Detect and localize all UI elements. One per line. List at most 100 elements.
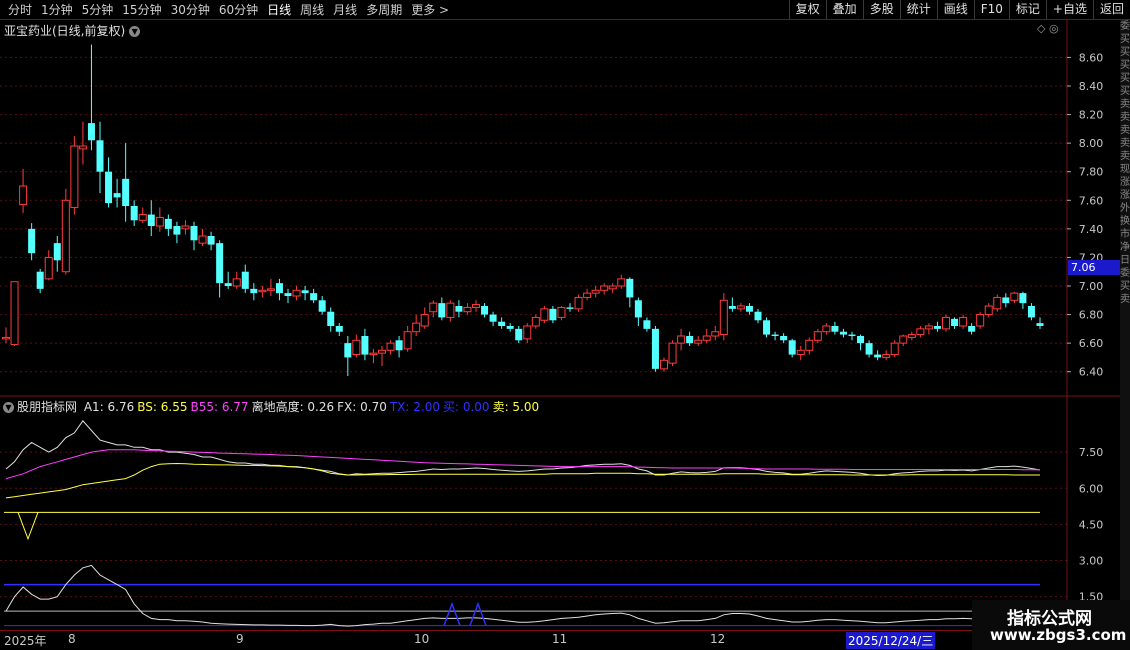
indicator-value-0: A1: 6.76 [83, 400, 135, 414]
side-panel-char-20: 买 [1120, 281, 1130, 292]
candle-body [207, 236, 215, 245]
chevron-down-icon[interactable]: ▼ [3, 402, 14, 413]
candle-body [420, 314, 429, 327]
price-chart[interactable]: 8.608.408.208.007.807.607.407.207.006.80… [0, 0, 1130, 650]
candle-body [438, 303, 446, 318]
candle-body [874, 354, 882, 358]
price-tick-label: 8.40 [1079, 80, 1104, 93]
candle-body [907, 334, 916, 338]
candle-body [531, 316, 540, 327]
candle-body [736, 305, 745, 310]
price-tick-label: 8.00 [1079, 137, 1104, 150]
price-tick-label: 6.60 [1079, 337, 1104, 350]
candle-body [805, 339, 814, 351]
candle-body [506, 326, 514, 329]
candle-body [258, 289, 267, 293]
side-panel-char-11: 现 [1120, 164, 1130, 175]
candle-body [865, 343, 873, 355]
candle-body [224, 283, 232, 286]
candle-body [771, 334, 779, 336]
candle-body [130, 206, 138, 221]
candle-body [412, 322, 421, 333]
candle-body [600, 285, 609, 291]
side-panel-char-3: 买 [1120, 60, 1130, 71]
indicator-tick-label: 4.50 [1079, 518, 1104, 531]
candle-body [719, 299, 728, 336]
candle-body [241, 271, 249, 289]
candle-body [198, 235, 207, 244]
side-panel-char-7: 卖 [1120, 112, 1130, 123]
candle-body [608, 285, 617, 290]
candle-body [19, 185, 28, 206]
candle-body [455, 306, 463, 312]
sell-signal-dip [17, 512, 39, 541]
candle-body [583, 292, 592, 298]
candle-body [403, 331, 412, 350]
indicator-series-1 [5, 462, 1040, 499]
price-tick-label: 6.80 [1079, 309, 1104, 322]
candle-body [711, 331, 720, 337]
candle-body [232, 278, 241, 287]
candle-body [686, 336, 694, 344]
candle-body [489, 314, 497, 322]
candle-body [310, 293, 318, 301]
candle-body [429, 302, 438, 313]
candle-body [916, 328, 925, 336]
candle-body [668, 342, 677, 364]
candle-body [557, 306, 566, 318]
quote-side-panel[interactable]: 委买买买买买卖卖卖卖卖现涨涨外换市净日委买卖 [1120, 20, 1130, 650]
candle-body [105, 171, 113, 204]
candle-body [173, 226, 181, 235]
candle-body [164, 218, 172, 229]
candle-body [515, 328, 523, 341]
date-axis: 2025年 8 9 10 11 12 2025/12/24/三 [0, 630, 1130, 650]
candle-body [463, 306, 472, 313]
candle-body [780, 336, 788, 341]
price-tick-label: 7.60 [1079, 194, 1104, 207]
candle-body [28, 228, 36, 254]
candle-body [574, 296, 583, 310]
date-label-5: 12 [710, 632, 726, 646]
candle-body [882, 354, 891, 358]
side-panel-char-1: 买 [1120, 34, 1130, 45]
indicator-tick-label: 7.50 [1079, 446, 1104, 459]
candle-body [266, 288, 275, 291]
candle-body [335, 326, 343, 332]
candle-body [395, 340, 403, 351]
candle-body [591, 289, 600, 294]
side-panel-char-14: 外 [1120, 203, 1130, 214]
candle-body [660, 359, 668, 370]
candle-body [924, 325, 933, 330]
buy-signal-bump [469, 601, 487, 626]
candle-body [822, 325, 831, 333]
side-panel-char-9: 卖 [1120, 138, 1130, 149]
side-panel-char-5: 买 [1120, 86, 1130, 97]
candle-body [481, 306, 489, 315]
candle-body [87, 123, 95, 141]
indicator-value-6: 买: 0.00 [442, 400, 490, 414]
indicator-legend: ▼ 股朋指标网 A1: 6.76 BS: 6.55 B55: 6.77 离地高度: 0.… [0, 398, 542, 414]
candle-body [78, 145, 87, 150]
candle-body [643, 320, 651, 329]
current-price-tag: 7.06 [1068, 260, 1121, 275]
candle-body [96, 140, 104, 172]
date-label-3: 10 [414, 632, 430, 646]
candle-body [113, 193, 121, 198]
candle-body [968, 326, 976, 332]
candle-body [566, 307, 574, 309]
candle-body [899, 335, 908, 344]
candle-body [813, 331, 822, 341]
candle-body [361, 336, 369, 355]
price-tick-label: 6.40 [1079, 366, 1104, 379]
candle-body [796, 349, 805, 356]
candle-body [993, 296, 1002, 310]
candle-body [728, 306, 736, 309]
side-panel-char-21: 卖 [1120, 294, 1130, 305]
price-tick-label: 8.20 [1079, 109, 1104, 122]
side-panel-char-19: 委 [1120, 268, 1130, 279]
indicator-name[interactable]: 股朋指标网 [17, 400, 77, 414]
candle-body [788, 340, 796, 355]
date-label-4: 11 [552, 632, 568, 646]
candle-body [216, 243, 224, 284]
candle-body [702, 335, 711, 341]
